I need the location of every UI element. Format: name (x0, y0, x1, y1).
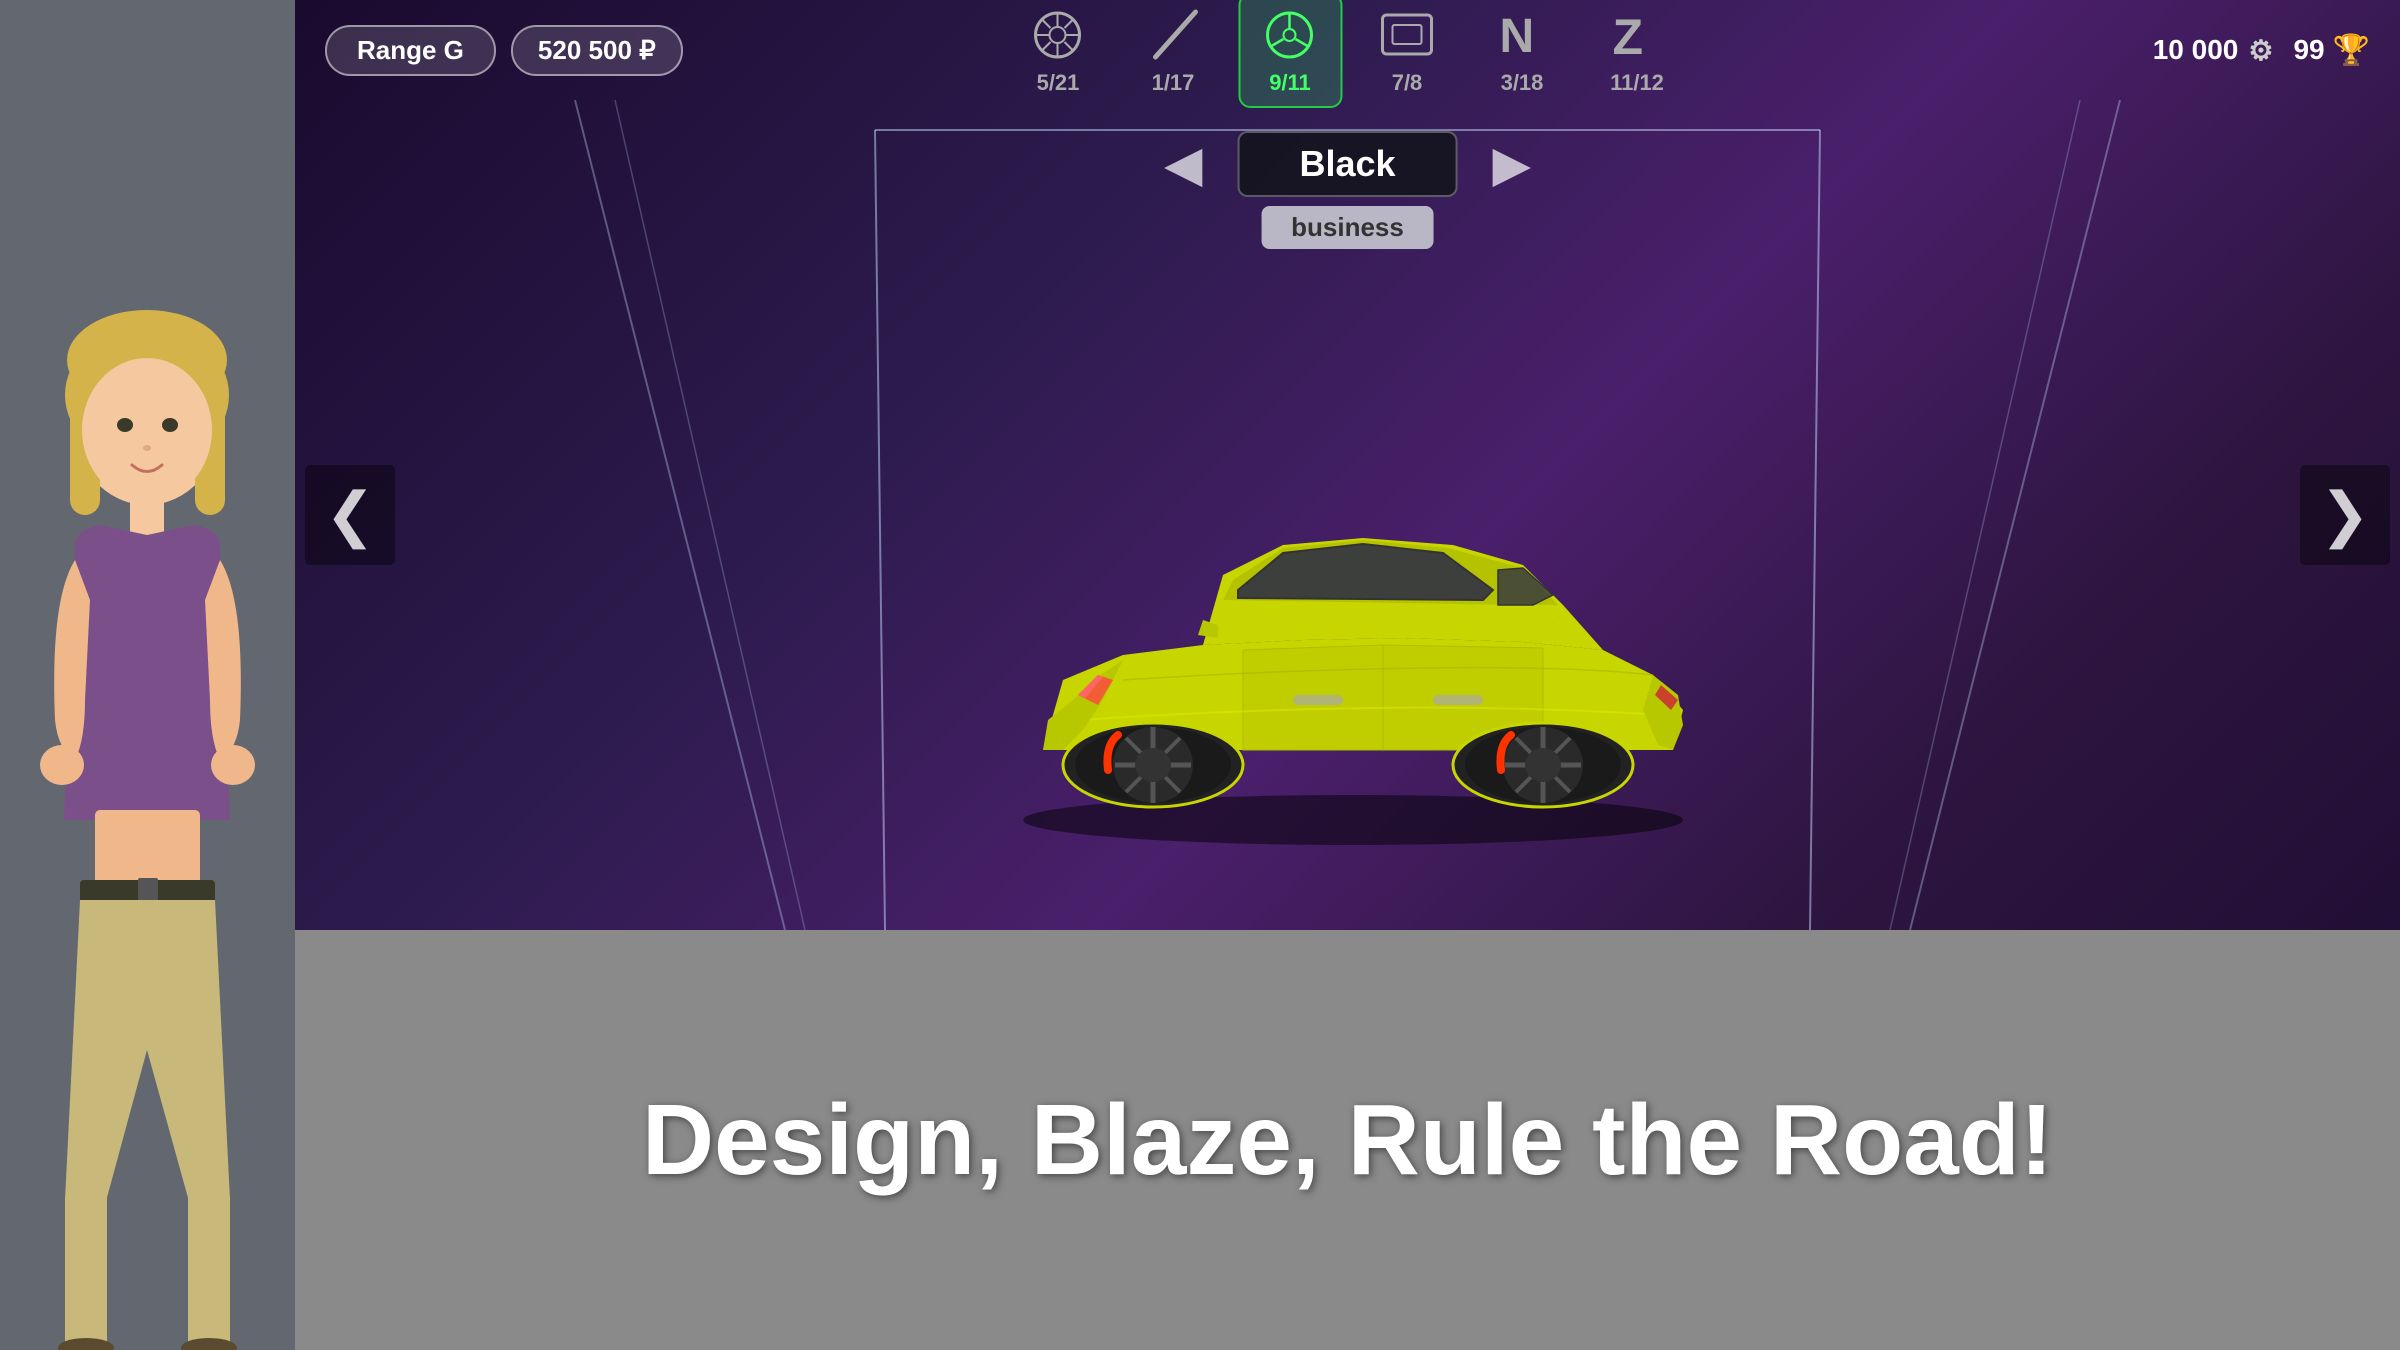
car-stage: ◀ Black ▶ business (295, 100, 2400, 930)
color-name: Black (1238, 131, 1458, 197)
tab-stripe[interactable]: 1/17 (1123, 0, 1223, 106)
color-prev-button[interactable]: ◀ (1149, 130, 1217, 198)
trophy-icon: 🏆 (2333, 33, 2370, 68)
nav-prev-button[interactable]: ❮ (305, 465, 395, 565)
svg-text:N: N (1500, 10, 1535, 62)
stripe-count: 1/17 (1152, 70, 1195, 96)
top-left-controls: Range G 520 500 ₽ (325, 25, 683, 76)
character-avatar (20, 300, 275, 1350)
car-display (923, 390, 1773, 850)
number-count: 3/18 (1501, 70, 1544, 96)
gear-icon: ⚙ (2248, 34, 2273, 67)
trophy-display: 99 🏆 (2293, 33, 2370, 68)
tab-decal[interactable]: 7/8 (1357, 0, 1457, 106)
svg-text:Z: Z (1613, 9, 1644, 62)
coins-amount: 10 000 (2153, 34, 2239, 66)
steering-icon (1255, 5, 1325, 65)
nav-next-button[interactable]: ❯ (2300, 465, 2390, 565)
customization-tabs: 5/21 1/17 (1008, 0, 1687, 108)
decal-icon (1372, 5, 1442, 65)
letter-icon: Z (1602, 5, 1672, 65)
trophy-amount: 99 (2293, 34, 2324, 66)
tab-wheels[interactable]: 5/21 (1008, 0, 1108, 106)
main-game-area: Range G 520 500 ₽ (295, 0, 2400, 1350)
color-type: business (1261, 206, 1434, 249)
coins-display: 10 000 ⚙ (2153, 34, 2274, 67)
color-next-button[interactable]: ▶ (1478, 130, 1546, 198)
character-panel (0, 0, 295, 1350)
wheels-count: 5/21 (1037, 70, 1080, 96)
wheels-icon (1023, 5, 1093, 65)
top-right-hud: 10 000 ⚙ 99 🏆 (2153, 33, 2370, 68)
price-button[interactable]: 520 500 ₽ (511, 25, 683, 76)
tagline-text: Design, Blaze, Rule the Road! (642, 1083, 2053, 1198)
color-selector-row: ◀ Black ▶ (1149, 130, 1546, 198)
decal-count: 7/8 (1392, 70, 1423, 96)
top-bar: Range G 520 500 ₽ (295, 0, 2400, 100)
bottom-banner: Design, Blaze, Rule the Road! (295, 930, 2400, 1350)
letter-count: 11/12 (1610, 70, 1664, 96)
tab-letter[interactable]: Z 11/12 (1587, 0, 1687, 106)
tab-steering[interactable]: 9/11 (1238, 0, 1342, 108)
color-selector: ◀ Black ▶ business (1149, 130, 1546, 249)
tab-number[interactable]: N 3/18 (1472, 0, 1572, 106)
number-icon: N (1487, 5, 1557, 65)
steering-count: 9/11 (1269, 70, 1311, 96)
range-button[interactable]: Range G (325, 25, 496, 76)
stripe-icon (1138, 5, 1208, 65)
